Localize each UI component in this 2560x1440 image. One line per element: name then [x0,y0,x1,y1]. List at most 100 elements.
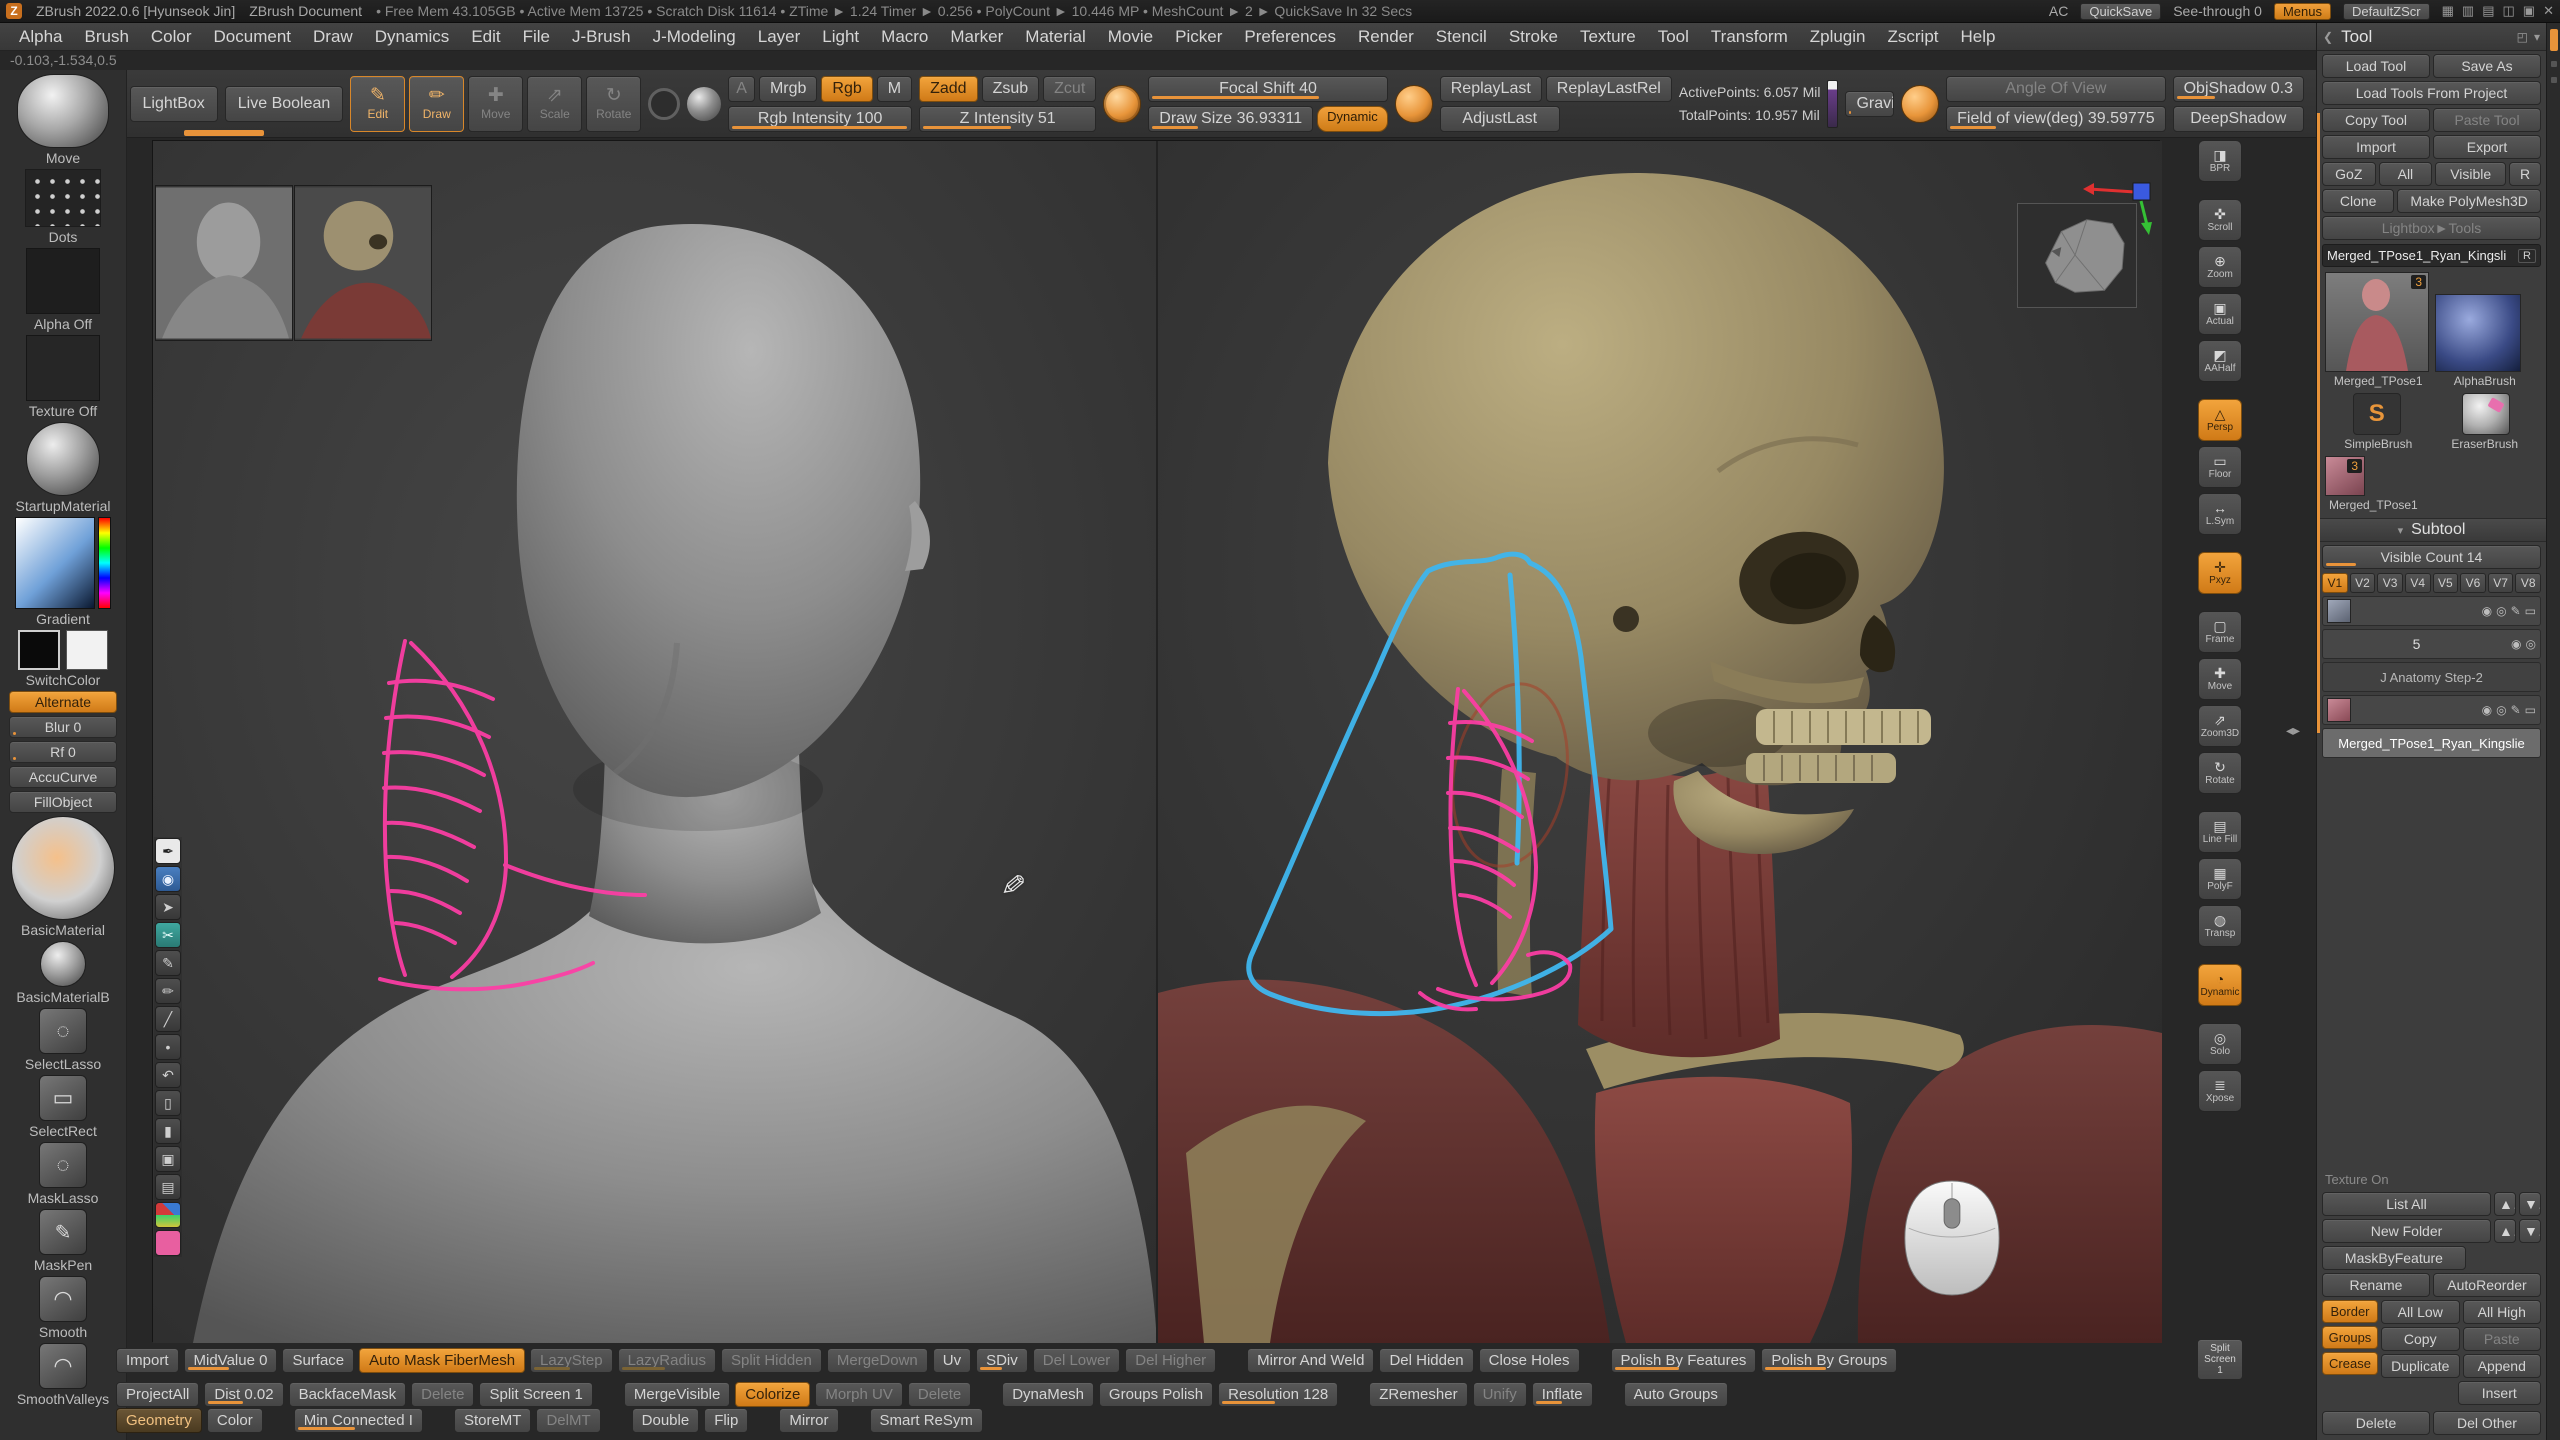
flip-button[interactable]: Flip [704,1408,748,1433]
menu-item[interactable]: Layer [747,26,812,48]
zoom3d-button[interactable]: ⇗ Zoom3D [2198,705,2242,747]
linefill-button[interactable]: ▤ Line Fill [2198,811,2242,853]
menu-item[interactable]: Light [811,26,870,48]
slider-icon[interactable]: ▭ [2525,703,2536,717]
menu-item[interactable]: Document [203,26,302,48]
subtool-tab[interactable]: V6 [2460,573,2486,593]
subtool-thumbnail[interactable] [2327,698,2351,722]
copy-icon[interactable]: ▣ [155,1146,181,1172]
pin-icon[interactable]: ◰ [2517,30,2528,44]
menus-button[interactable]: Menus [2274,3,2331,20]
eye-icon[interactable]: ◉ [2482,604,2492,618]
subtool-tab[interactable]: V2 [2350,573,2376,593]
lsym-button[interactable]: ↔ L.Sym [2198,493,2242,535]
morph-uv-button[interactable]: Morph UV [815,1382,903,1407]
basic-material-b-thumbnail[interactable] [40,941,86,987]
subtool-tab[interactable]: V5 [2433,573,2459,593]
polish-by-groups-slider[interactable]: Polish By Groups [1761,1348,1897,1373]
projectall-button[interactable]: ProjectAll [116,1382,199,1407]
resolution-slider[interactable]: Resolution 128 [1218,1382,1338,1407]
del-higher-button[interactable]: Del Higher [1125,1348,1216,1373]
brush-icon[interactable]: ✎ [155,950,181,976]
dist-slider[interactable]: Dist 0.02 [204,1382,283,1407]
close-icon[interactable]: ✕ [2543,3,2554,19]
panel-scroll-indicator[interactable] [2317,113,2320,733]
menu-item[interactable]: J-Modeling [642,26,747,48]
fold-icon[interactable]: ▾ [2534,30,2540,44]
load-tools-from-project-button[interactable]: Load Tools From Project [2322,81,2541,105]
list-all-button[interactable]: List All [2322,1192,2491,1216]
colorize-button[interactable]: Colorize [735,1382,810,1407]
rgb-button[interactable]: Rgb [821,76,872,102]
menu-item[interactable]: Alpha [8,26,73,48]
panel-divider-handle[interactable]: ◂▸ [2286,722,2300,739]
xpose-button[interactable]: ≣ Xpose [2198,1070,2242,1112]
menu-item[interactable]: File [512,26,561,48]
double-button[interactable]: Double [632,1408,700,1433]
mergevisible-button[interactable]: MergeVisible [624,1382,730,1407]
columns-icon[interactable]: ▥ [2462,3,2474,19]
alpha-brush-thumbnail[interactable] [2435,294,2521,372]
subtool-tab[interactable]: V8 [2515,573,2541,593]
seethrough-slider[interactable]: See-through 0 [2173,3,2262,19]
lightbox-button[interactable]: LightBox [130,86,218,122]
angle-of-view-button[interactable]: Angle Of View [1946,76,2165,102]
delete2-button[interactable]: Delete [908,1382,971,1407]
cursor-icon[interactable]: ➤ [155,894,181,920]
active-tool-name-bar[interactable]: Merged_TPose1_Ryan_Kingsli R [2322,244,2541,267]
auto-groups-button[interactable]: Auto Groups [1624,1382,1728,1407]
menu-item[interactable]: Brush [73,26,139,48]
mask-by-feature-button[interactable]: MaskByFeature [2322,1246,2466,1270]
subtool-tab[interactable]: V3 [2377,573,2403,593]
all-low-button[interactable]: All Low [2381,1300,2460,1324]
menu-item[interactable]: Zplugin [1799,26,1877,48]
move-down-button[interactable]: ▼ [2519,1192,2541,1216]
current-tool-thumbnail[interactable]: 3 [2325,272,2429,372]
crease-button[interactable]: Crease [2322,1352,2378,1375]
all-high-button[interactable]: All High [2463,1300,2542,1324]
frame-button[interactable]: ▢ Frame [2198,611,2242,653]
move-button[interactable]: ✚ Move [468,76,523,132]
load-tool-button[interactable]: Load Tool [2322,54,2430,78]
menu-item[interactable]: J-Brush [561,26,642,48]
view-thumbnail-anatomy[interactable] [294,185,432,341]
scissors-icon[interactable]: ✂ [155,922,181,948]
menu-item[interactable]: Macro [870,26,939,48]
draw-size-slider[interactable]: Draw Size 36.93311 [1148,106,1313,132]
deep-shadow-button[interactable]: DeepShadow [2173,106,2304,132]
split-hidden-button[interactable]: Split Hidden [721,1348,822,1373]
actual-button[interactable]: ▣ Actual [2198,293,2242,335]
trash-icon[interactable]: ▯ [155,1090,181,1116]
edit-button[interactable]: ✎ Edit [350,76,405,132]
split-screen-button[interactable]: Split Screen 1 [2197,1339,2243,1380]
rows-icon[interactable]: ▤ [2482,3,2494,19]
polish-by-features-slider[interactable]: Polish By Features [1611,1348,1757,1373]
bpr-button[interactable]: ◨ BPR [2198,140,2242,182]
subtool-row[interactable]: ◉ ◎ ✎ ▭ [2322,695,2541,725]
gravity-strength-slider[interactable]: Gravity Strength 0 [1845,91,1894,117]
subtool-row[interactable]: 5 ◉ ◎ [2322,629,2541,659]
fillobject-button[interactable]: FillObject [9,791,117,813]
main-color-swatch[interactable] [18,630,60,670]
startup-material-thumbnail[interactable] [26,422,100,496]
del-other-button[interactable]: Del Other [2433,1411,2541,1435]
copy-subtool-button[interactable]: Copy [2381,1327,2460,1351]
zremesher-button[interactable]: ZRemesher [1369,1382,1467,1407]
menu-item[interactable]: Texture [1569,26,1647,48]
dynamic-button[interactable]: ◔ Dynamic [2198,964,2242,1006]
render-icon[interactable]: ◎ [2496,604,2506,618]
zadd-button[interactable]: Zadd [919,76,977,102]
zoom-button[interactable]: ⊕ Zoom [2198,246,2242,288]
draw-button[interactable]: ✏ Draw [409,76,464,132]
accucurve-button[interactable]: AccuCurve [9,766,117,788]
alpha-lasso-icon[interactable] [1395,85,1433,123]
insert-button[interactable]: Insert [2458,1381,2542,1405]
subtool-tab[interactable]: V1 [2322,573,2348,593]
brush-selectlasso[interactable] [39,1008,87,1054]
folder-up-button[interactable]: ▲ [2494,1219,2516,1243]
subtool-row[interactable]: J Anatomy Step-2 [2322,662,2541,692]
smart-resym-button[interactable]: Smart ReSym [870,1408,983,1433]
subtool-section-header[interactable]: ▾ Subtool [2317,518,2546,542]
menu-item[interactable]: Edit [460,26,511,48]
document-canvas[interactable]: ✎ ✒◉➤✂✎✏╱•↶▯▮▣▤ [152,140,2160,1342]
